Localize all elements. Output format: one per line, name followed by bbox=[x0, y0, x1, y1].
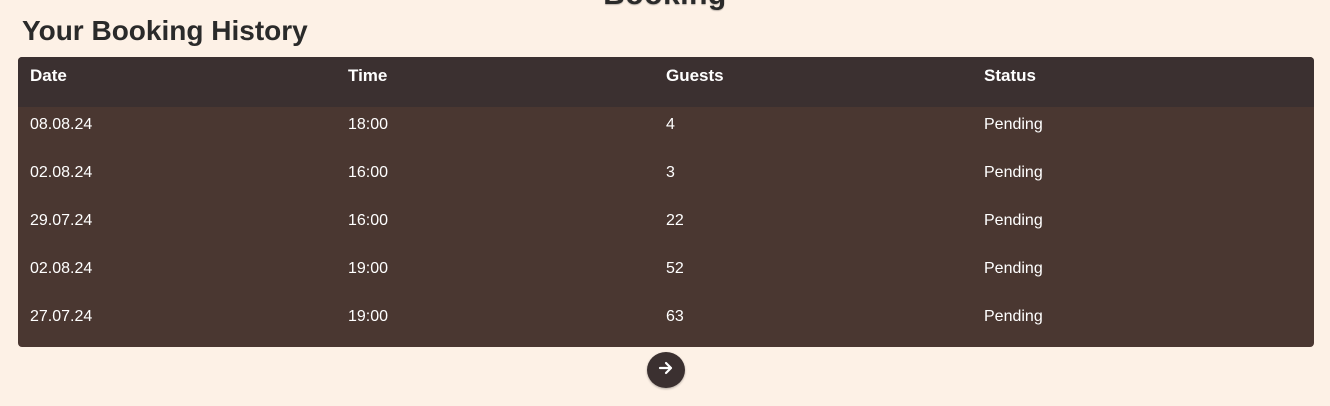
cell-status: Pending bbox=[984, 260, 1043, 277]
cell-time: 16:00 bbox=[348, 164, 389, 181]
next-page-button[interactable] bbox=[647, 352, 685, 388]
cell-time: 18:00 bbox=[348, 116, 389, 133]
page-heading-clipped: Booking bbox=[0, 0, 1330, 12]
cell-time: 19:00 bbox=[348, 308, 389, 325]
cell-status: Pending bbox=[984, 164, 1043, 181]
arrow-right-icon bbox=[657, 359, 675, 382]
cell-guests: 4 bbox=[666, 116, 675, 133]
column-header-guests: Guests bbox=[666, 66, 724, 85]
cell-time: 16:00 bbox=[348, 212, 389, 229]
cell-guests: 22 bbox=[666, 212, 684, 229]
page-title: Your Booking History bbox=[22, 15, 308, 46]
table-header-row: Date Time Guests Status bbox=[18, 57, 1314, 107]
cell-guests: 63 bbox=[666, 308, 684, 325]
column-header-time: Time bbox=[348, 66, 388, 85]
table-row: 08.08.24 18:00 4 Pending bbox=[18, 107, 1314, 155]
table-row: 29.07.24 16:00 22 Pending bbox=[18, 203, 1314, 251]
cell-status: Pending bbox=[984, 116, 1043, 133]
cell-time: 19:00 bbox=[348, 260, 389, 277]
table-row: 27.07.24 19:00 63 Pending bbox=[18, 299, 1314, 347]
column-header-date: Date bbox=[30, 66, 67, 85]
cell-guests: 3 bbox=[666, 164, 675, 181]
table-row: 02.08.24 19:00 52 Pending bbox=[18, 251, 1314, 299]
table-row: 02.08.24 16:00 3 Pending bbox=[18, 155, 1314, 203]
cell-date: 08.08.24 bbox=[30, 116, 93, 133]
cell-date: 29.07.24 bbox=[30, 212, 93, 229]
cell-date: 02.08.24 bbox=[30, 260, 93, 277]
cell-date: 27.07.24 bbox=[30, 308, 93, 325]
cell-status: Pending bbox=[984, 212, 1043, 229]
cell-guests: 52 bbox=[666, 260, 684, 277]
cell-date: 02.08.24 bbox=[30, 164, 93, 181]
booking-history-table: Date Time Guests Status 08.08.24 18:00 4… bbox=[18, 57, 1314, 347]
column-header-status: Status bbox=[984, 66, 1036, 85]
cell-status: Pending bbox=[984, 308, 1043, 325]
